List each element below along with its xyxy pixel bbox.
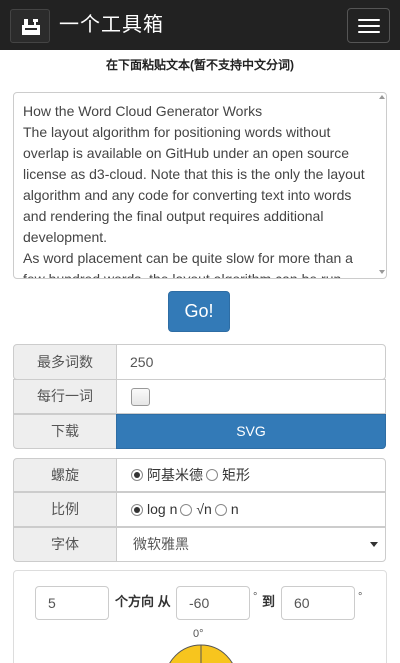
- max-words-label: 最多词数: [13, 344, 117, 380]
- spiral-rectangular-label[interactable]: 矩形: [222, 459, 250, 491]
- scale-sqrt-label[interactable]: √n: [196, 493, 211, 526]
- spiral-archimedean-label[interactable]: 阿基米德: [147, 459, 203, 491]
- one-per-line-cell: [116, 379, 386, 414]
- scale-log-label[interactable]: log n: [147, 493, 177, 526]
- font-label: 字体: [13, 527, 117, 562]
- app-title[interactable]: 一个工具箱: [59, 11, 164, 39]
- angle-to-input[interactable]: 60: [281, 586, 355, 620]
- max-words-input[interactable]: 250: [116, 344, 386, 380]
- orientation-count-input[interactable]: 5: [35, 586, 109, 620]
- spiral-archimedean-radio[interactable]: [131, 469, 143, 481]
- go-button[interactable]: Go!: [168, 291, 230, 332]
- spiral-label: 螺旋: [13, 458, 117, 492]
- toolbox-glyph: [22, 19, 40, 35]
- toolbox-logo-icon[interactable]: [10, 9, 50, 43]
- spiral-rectangular-radio[interactable]: [206, 469, 218, 481]
- angle-from-input[interactable]: -60: [176, 586, 250, 620]
- download-label: 下载: [13, 414, 117, 449]
- scale-radio-group: log n √n n: [131, 493, 242, 526]
- menu-bar: [358, 25, 380, 27]
- hamburger-menu-icon[interactable]: [347, 8, 390, 43]
- orientation-dial[interactable]: [164, 644, 238, 663]
- scale-log-radio[interactable]: [131, 503, 143, 516]
- to-degree-mark: °: [358, 591, 363, 603]
- scale-options: log n √n n: [116, 492, 386, 527]
- one-per-line-checkbox[interactable]: [131, 388, 150, 406]
- dial-zero-label: 0°: [193, 628, 204, 640]
- scale-linear-radio[interactable]: [214, 503, 227, 516]
- one-per-line-label: 每行一词: [13, 379, 117, 414]
- font-select-value: 微软雅黑: [133, 536, 189, 552]
- menu-bar: [358, 31, 380, 33]
- scale-label: 比例: [13, 492, 117, 527]
- navbar: 一个工具箱: [0, 0, 400, 50]
- download-svg-button[interactable]: SVG: [116, 414, 386, 449]
- caret-down-icon: [370, 542, 378, 547]
- paste-instruction: 在下面粘贴文本(暂不支持中文分词): [106, 58, 294, 72]
- spiral-options: 阿基米德 矩形: [116, 458, 386, 492]
- scale-sqrt-radio[interactable]: [180, 503, 193, 516]
- menu-bar: [358, 19, 380, 21]
- scroll-up-arrow-icon[interactable]: [379, 95, 385, 99]
- from-degree-mark: °: [253, 591, 258, 603]
- spiral-radio-group: 阿基米德 矩形: [131, 459, 253, 491]
- scale-linear-label[interactable]: n: [231, 493, 239, 526]
- word-text-input[interactable]: How the Word Cloud Generator Works The l…: [13, 92, 387, 279]
- font-select[interactable]: 微软雅黑: [116, 527, 386, 562]
- scroll-down-arrow-icon[interactable]: [379, 270, 385, 274]
- to-label: 到: [262, 594, 276, 609]
- orientation-count-suffix: 个方向 从: [115, 594, 171, 609]
